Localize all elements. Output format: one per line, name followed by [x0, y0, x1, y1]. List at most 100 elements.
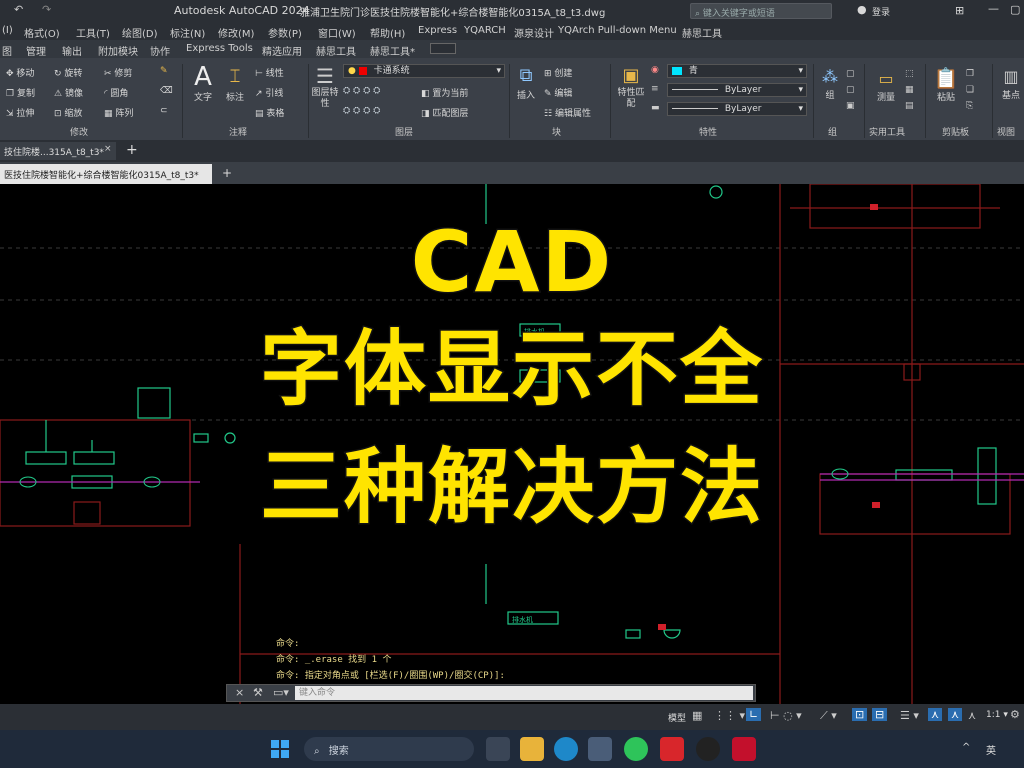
layer-tools-icons[interactable]: ⛭ ⛭ ⛭ ⛭ — [343, 86, 380, 96]
match-properties-button[interactable]: ▣ 特性匹配 — [617, 64, 645, 110]
measure-button[interactable]: ▭ 测量 — [871, 68, 901, 103]
restore-icon[interactable]: ▢ — [1010, 3, 1020, 16]
snap-icon[interactable]: ⋮⋮ ▾ — [714, 709, 745, 722]
layer-properties-button[interactable]: ☰ 图层特性 — [311, 64, 339, 110]
doc-tab-active[interactable]: 医技住院楼智能化+综合楼智能化0315A_t8_t3* — [0, 164, 212, 184]
rotate-button[interactable]: ↻ 旋转 — [54, 66, 82, 79]
fillet-button[interactable]: ◜ 圆角 — [104, 86, 128, 99]
chevron-up-icon[interactable]: ^ — [962, 742, 970, 753]
qq-icon[interactable] — [696, 737, 720, 761]
dimension-button[interactable]: ⌶ 标注 — [221, 64, 249, 103]
group-button[interactable]: ⁂ 组 — [818, 66, 842, 101]
transparency-icon[interactable]: ☰ ▾ — [900, 709, 919, 722]
windows-start-icon[interactable] — [268, 737, 292, 761]
menu-item[interactable]: Express — [418, 25, 457, 36]
user-icon[interactable]: ● — [857, 3, 867, 16]
ortho-icon[interactable]: ∟ — [746, 708, 762, 721]
edit-block-button[interactable]: ✎ 编辑 — [544, 86, 572, 99]
menu-item[interactable]: 格式(O) — [24, 25, 60, 40]
insert-button[interactable]: ⧉ 插入 — [512, 64, 540, 101]
text-button[interactable]: A 文字 — [191, 64, 215, 103]
ribbon-tab[interactable]: 管理 — [26, 43, 46, 58]
clipboard-icons[interactable]: ❐ ❏ ⎘ — [966, 66, 974, 114]
cart-icon[interactable]: ⊞ — [955, 4, 964, 17]
wrench-icon[interactable]: ⚒ — [253, 686, 263, 699]
array-button[interactable]: ▦ 阵列 — [104, 106, 133, 119]
create-block-button[interactable]: ⊞ 创建 — [544, 66, 572, 79]
pencil-icon[interactable]: ✎ — [160, 66, 168, 76]
ribbon-tab-active[interactable]: 赫思工具* — [370, 43, 415, 58]
menu-item[interactable]: 参数(P) — [268, 25, 302, 40]
polar-icon[interactable]: ⊢ ◌ ▾ — [770, 709, 802, 722]
file-explorer-icon[interactable] — [520, 737, 544, 761]
ribbon-tab[interactable]: 附加模块 — [98, 43, 138, 58]
ribbon-tab[interactable]: 图 — [2, 43, 12, 58]
menu-item[interactable]: YQArch Pull-down Menu — [558, 25, 677, 36]
workspace-icon[interactable]: ⚙ — [1010, 708, 1020, 721]
menu-item[interactable]: 帮助(H) — [370, 25, 405, 40]
taskbar-search[interactable]: ⌕ 搜索 — [304, 737, 474, 761]
back-icon[interactable]: ↶ — [14, 3, 23, 16]
grid-icon[interactable]: ▦ — [692, 709, 702, 722]
set-current-button[interactable]: ◧ 置为当前 — [421, 86, 468, 99]
match-layer-button[interactable]: ◨ 匹配图层 — [421, 106, 468, 119]
menu-item[interactable]: 修改(M) — [218, 25, 254, 40]
lineweight-toggle-icon[interactable]: ⊟ — [872, 708, 888, 721]
group-tools-icons[interactable]: ▢ ▢ ▣ — [846, 66, 855, 114]
model-tab[interactable]: 模型 — [668, 711, 686, 724]
menu-item[interactable]: YQARCH — [464, 25, 506, 36]
annotation-icon[interactable]: ⋏ — [928, 708, 943, 721]
erase-icon[interactable]: ⌫ — [160, 86, 173, 96]
autocad-icon[interactable] — [732, 737, 756, 761]
menu-item[interactable]: 窗口(W) — [318, 25, 356, 40]
edge-icon[interactable] — [554, 737, 578, 761]
paste-button[interactable]: 📋 粘贴 — [932, 66, 960, 103]
annotation-scale-icon[interactable]: ⋏ — [968, 709, 976, 722]
edit-attr-button[interactable]: ☷ 编辑属性 — [544, 106, 591, 119]
wps-icon[interactable] — [660, 737, 684, 761]
drawing-canvas[interactable]: 排水机 排水机 CAD 字体显示不全 三种解决方法 命令: 命令: _.eras… — [0, 184, 1024, 704]
mirror-button[interactable]: ⚠ 镜像 — [54, 86, 83, 99]
color-dropdown[interactable]: 青 ▾ — [667, 64, 807, 78]
layer-tools-icons-2[interactable]: ⛭ ⛭ ⛭ ⛭ — [343, 106, 380, 116]
sign-in-link[interactable]: 登录 — [872, 5, 890, 18]
menu-item[interactable]: 标注(N) — [170, 25, 205, 40]
table-button[interactable]: ▤ 表格 — [255, 106, 284, 119]
copy-button[interactable]: ❐ 复制 — [6, 86, 35, 99]
close-icon[interactable]: × — [235, 686, 244, 699]
input-language[interactable]: 英 — [986, 742, 996, 757]
lineweight-dropdown[interactable]: ByLayer ▾ — [667, 102, 807, 116]
menu-item[interactable]: (I) — [2, 25, 13, 36]
wechat-icon[interactable] — [624, 737, 648, 761]
linetype-dropdown[interactable]: ByLayer ▾ — [667, 83, 807, 97]
utilities-icons[interactable]: ⬚ ▦ ▤ — [905, 66, 914, 114]
ribbon-tab[interactable]: 输出 — [62, 43, 82, 58]
layer-dropdown[interactable]: ● 卡通系统 ▾ — [343, 64, 505, 78]
scale-button[interactable]: ⊡ 缩放 — [54, 106, 82, 119]
store-icon[interactable] — [588, 737, 612, 761]
leader-button[interactable]: ↗ 引线 — [255, 86, 283, 99]
ribbon-tab[interactable]: 赫思工具 — [316, 43, 356, 58]
close-icon[interactable]: × — [104, 144, 112, 154]
menu-item[interactable]: 源泉设计 — [514, 25, 554, 40]
trim-button[interactable]: ✂ 修剪 — [104, 66, 132, 79]
command-history-icon[interactable]: ▭▾ — [273, 686, 289, 699]
ribbon-tab[interactable]: 协作 — [150, 43, 170, 58]
otrack-icon[interactable]: ⊡ — [852, 708, 868, 721]
offset-icon[interactable]: ⊂ — [160, 106, 168, 116]
task-view-icon[interactable] — [486, 737, 510, 761]
ribbon-tab[interactable]: 精选应用 — [262, 43, 302, 58]
osnap-icon[interactable]: ⟋ ▾ — [820, 709, 837, 723]
menu-item[interactable]: 绘图(D) — [122, 25, 158, 40]
linear-button[interactable]: ⊢ 线性 — [255, 66, 284, 79]
annotation-visibility-icon[interactable]: ⋏ — [948, 708, 963, 721]
menu-item[interactable]: 工具(T) — [76, 25, 110, 40]
command-input[interactable]: 键入命令 — [295, 686, 753, 700]
new-tab-button[interactable]: + — [126, 142, 138, 158]
scale-dropdown[interactable]: 1:1 ▾ — [986, 710, 1008, 720]
minimize-icon[interactable]: — — [988, 2, 999, 15]
doc-tab-compact[interactable]: 技住院楼...315A_t8_t3* — [0, 142, 116, 160]
ribbon-tab[interactable]: Express Tools — [186, 43, 253, 54]
stretch-button[interactable]: ⇲ 拉伸 — [6, 106, 34, 119]
menu-item[interactable]: 赫思工具 — [682, 25, 722, 40]
